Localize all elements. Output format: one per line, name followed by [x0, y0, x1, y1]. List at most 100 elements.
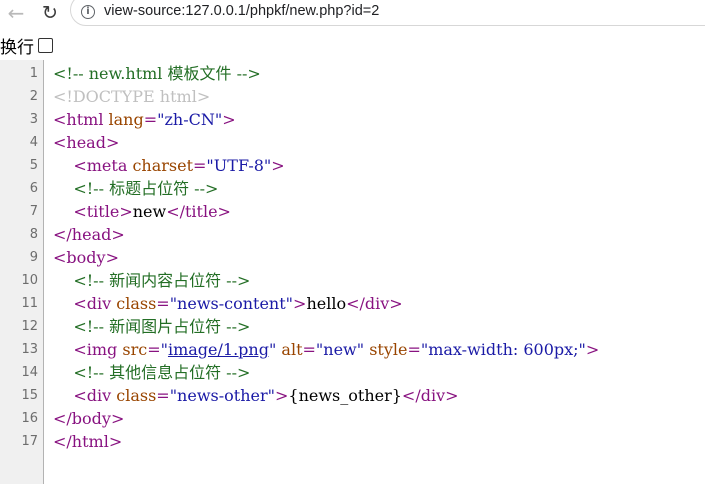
code-token: "max-width: 600px;": [420, 340, 586, 359]
line-number: 9: [29, 250, 38, 265]
line-number: 11: [21, 296, 38, 311]
source-line: 2 <!DOCTYPE html>: [0, 85, 705, 108]
code-token: class: [116, 294, 157, 313]
source-code: <img src="image/1.png" alt="new" style="…: [53, 338, 599, 361]
back-arrow-icon[interactable]: ←: [2, 0, 30, 26]
code-token: "UTF-8": [206, 156, 272, 175]
line-number: 1: [29, 66, 38, 81]
code-token: <!-- 其他信息占位符 -->: [73, 363, 251, 382]
source-view: 1 <!-- new.html 模板文件 --> 2 <!DOCTYPE html> 3…: [0, 60, 705, 484]
source-line: 15 <div class="news-other">{news_other}<…: [0, 384, 705, 407]
code-token: <div: [73, 294, 117, 313]
source-line: 10 <!-- 新闻内容占位符 -->: [0, 269, 705, 292]
source-code: </head>: [53, 223, 125, 246]
address-bar[interactable]: i view-source:127.0.0.1/phpkf/new.php?id…: [70, 0, 705, 26]
line-number: 13: [21, 342, 38, 357]
source-code: <!-- new.html 模板文件 -->: [53, 62, 261, 85]
code-token: <title>: [73, 202, 133, 221]
line-number: 12: [21, 319, 38, 334]
line-number: 3: [29, 112, 38, 127]
code-token: <!-- new.html 模板文件 -->: [53, 64, 261, 83]
source-code: <div class="news-other">{news_other}</di…: [53, 384, 459, 407]
code-token: <!-- 新闻图片占位符 -->: [73, 317, 251, 336]
code-token: >: [274, 386, 289, 405]
line-number: 14: [21, 365, 38, 380]
code-token: src: [122, 340, 148, 359]
url-text[interactable]: view-source:127.0.0.1/phpkf/new.php?id=2: [104, 3, 379, 19]
code-token: =: [193, 156, 207, 175]
source-code: <body>: [53, 246, 119, 269]
source-line: 14 <!-- 其他信息占位符 -->: [0, 361, 705, 384]
code-token: </html>: [53, 432, 123, 451]
source-code: <html lang="zh-CN">: [53, 108, 236, 131]
line-number: 8: [29, 227, 38, 242]
code-token: "news-other": [169, 386, 275, 405]
code-token: </div>: [401, 386, 459, 405]
source-line: 13 <img src="image/1.png" alt="new" styl…: [0, 338, 705, 361]
source-code: </body>: [53, 407, 124, 430]
line-number: 17: [21, 434, 38, 449]
code-token: new: [132, 202, 167, 221]
code-token: {news_other}: [288, 386, 402, 405]
line-wrap-toggle[interactable]: 换行: [0, 33, 53, 58]
line-number: 7: [29, 204, 38, 219]
code-token: style: [369, 340, 408, 359]
code-token: class: [116, 386, 157, 405]
source-code: <!-- 标题占位符 -->: [53, 177, 218, 200]
source-line: 11 <div class="news-content">hello</div>: [0, 292, 705, 315]
code-token: lang: [108, 110, 144, 129]
source-code: <meta charset="UTF-8">: [53, 154, 285, 177]
browser-toolbar: ← ↻ i view-source:127.0.0.1/phpkf/new.ph…: [0, 0, 705, 28]
line-number: 16: [21, 411, 38, 426]
source-line: 17 </html>: [0, 430, 705, 453]
source-line: 4 <head>: [0, 131, 705, 154]
code-token: </head>: [53, 225, 125, 244]
code-token: <!-- 新闻内容占位符 -->: [73, 271, 251, 290]
source-code: <!-- 新闻内容占位符 -->: [53, 269, 250, 292]
source-line: 7 <title>new</title>: [0, 200, 705, 223]
code-token: <div: [73, 386, 117, 405]
line-number: 4: [29, 135, 38, 150]
code-token: =: [407, 340, 421, 359]
source-code: <!DOCTYPE html>: [53, 85, 210, 108]
source-code: </html>: [53, 430, 122, 453]
source-line: 3 <html lang="zh-CN">: [0, 108, 705, 131]
line-number: 15: [21, 388, 38, 403]
code-token: <html: [53, 110, 109, 129]
code-token: hello: [306, 294, 347, 313]
code-token: "zh-CN": [157, 110, 223, 129]
line-wrap-checkbox[interactable]: [38, 37, 53, 53]
code-token: >: [293, 294, 307, 313]
code-token: ": [160, 340, 168, 359]
source-line: 16 </body>: [0, 407, 705, 430]
source-line: 6 <!-- 标题占位符 -->: [0, 177, 705, 200]
source-code: <!-- 其他信息占位符 -->: [53, 361, 250, 384]
code-token: =: [143, 110, 158, 129]
line-number: 10: [21, 273, 38, 288]
source-code: <title>new</title>: [53, 200, 231, 223]
code-token: <!-- 标题占位符 -->: [73, 179, 219, 198]
source-line: 12 <!-- 新闻图片占位符 -->: [0, 315, 705, 338]
site-info-icon[interactable]: i: [81, 5, 95, 19]
code-token: =: [147, 340, 161, 359]
code-token: <!DOCTYPE html>: [53, 87, 211, 106]
code-token: "news-content": [169, 294, 294, 313]
code-token: </body>: [53, 409, 125, 428]
source-line: 5 <meta charset="UTF-8">: [0, 154, 705, 177]
code-token: "new": [315, 340, 365, 359]
code-token: >: [271, 156, 285, 175]
source-link[interactable]: image/1.png: [168, 340, 269, 359]
code-token: =: [302, 340, 316, 359]
line-number: 5: [29, 158, 38, 173]
code-token: </title>: [166, 202, 231, 221]
reload-icon[interactable]: ↻: [36, 0, 64, 26]
code-token: <img: [73, 340, 123, 359]
code-token: >: [222, 110, 236, 129]
